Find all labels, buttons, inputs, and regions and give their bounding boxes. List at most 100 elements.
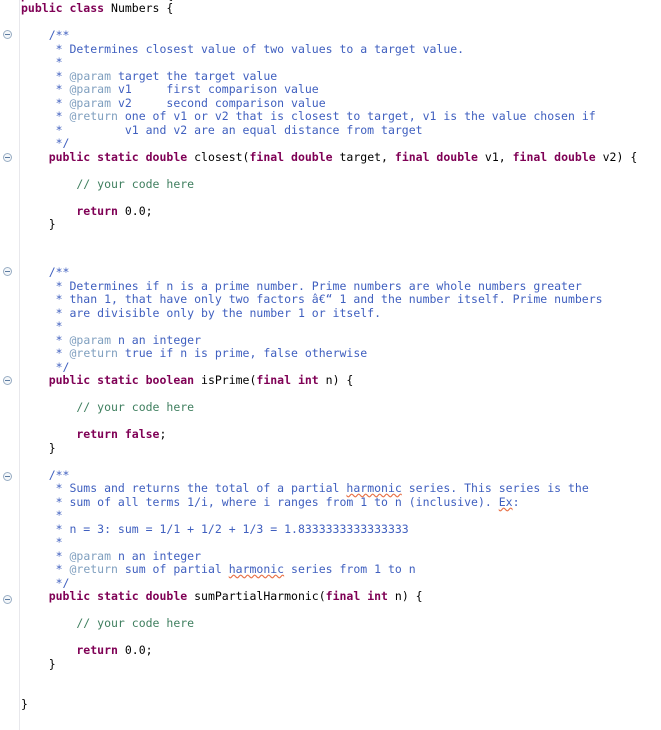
code-line[interactable]: // your code here <box>21 400 195 415</box>
code-token: @return <box>69 109 118 123</box>
code-line[interactable]: * @return sum of partial harmonic series… <box>21 562 416 577</box>
code-token: * Determines closest value of two values… <box>21 42 465 56</box>
code-token: * are divisible only by the number 1 or … <box>21 306 382 320</box>
code-token: } <box>21 441 56 455</box>
code-token: return false <box>21 427 160 441</box>
code-token: * v1 and v2 are an equal distance from t… <box>21 123 423 137</box>
code-token: * <box>21 96 70 110</box>
code-line[interactable]: * <box>21 535 63 550</box>
code-token: final double <box>512 150 603 164</box>
code-token: Ex <box>498 495 513 509</box>
code-line[interactable]: } <box>21 217 56 232</box>
code-line[interactable] <box>21 455 28 469</box>
code-token: public static double <box>21 150 195 164</box>
code-token: public class <box>21 1 112 15</box>
code-token: * <box>21 508 63 522</box>
code-token: * sum of all terms 1/i, where i ranges f… <box>21 495 499 509</box>
code-token: @param <box>69 549 112 563</box>
code-line[interactable]: // your code here <box>21 616 195 631</box>
code-editor[interactable]: public class Numbers {public class Numbe… <box>0 0 661 730</box>
code-line[interactable]: return 0.0; <box>21 643 153 658</box>
fold-javadoc-harmonic-icon[interactable] <box>3 472 12 481</box>
code-line[interactable] <box>21 671 28 685</box>
code-token: v2 second comparison value <box>111 96 326 110</box>
code-token: /** <box>21 265 70 279</box>
code-token: // your code here <box>21 616 195 630</box>
code-line[interactable] <box>21 191 28 205</box>
code-line[interactable]: /** <box>21 28 70 43</box>
code-token: * <box>21 319 63 333</box>
code-token: final int <box>325 589 395 603</box>
code-token: ; <box>159 427 167 441</box>
code-line[interactable] <box>21 245 28 259</box>
code-token: * <box>21 109 70 123</box>
code-token: n an integer <box>111 549 202 563</box>
code-token: public static boolean <box>21 373 202 387</box>
code-line[interactable]: public class Numbers { <box>21 1 174 16</box>
code-token: */ <box>21 576 70 590</box>
fold-method-isprime-icon[interactable] <box>3 376 12 385</box>
code-surface[interactable]: public class Numbers {public class Numbe… <box>21 0 661 730</box>
code-line[interactable]: * <box>21 319 63 334</box>
code-line[interactable]: * @param v1 first comparison value <box>21 82 319 97</box>
code-token: final double <box>394 150 485 164</box>
code-line[interactable]: * @return true if n is prime, false othe… <box>21 346 368 361</box>
code-token: Numbers { <box>111 1 174 15</box>
code-line[interactable]: * Sums and returns the total of a partia… <box>21 481 589 496</box>
code-line[interactable]: public static boolean isPrime(final int … <box>21 373 354 388</box>
code-token: } <box>21 217 56 231</box>
code-token: v2) { <box>602 150 638 164</box>
code-token: * <box>21 346 70 360</box>
code-token: * <box>21 549 70 563</box>
code-token: target the target value <box>111 69 278 83</box>
code-token: * <box>21 562 70 576</box>
code-token: v1 first comparison value <box>111 82 319 96</box>
code-line[interactable]: /** <box>21 265 70 280</box>
code-line[interactable]: * n = 3: sum = 1/1 + 1/2 + 1/3 = 1.83333… <box>21 522 409 537</box>
code-token: /** <box>21 468 70 482</box>
code-token: series from 1 to n <box>284 562 416 576</box>
code-token: 0.0; <box>124 643 153 657</box>
code-line[interactable]: // your code here <box>21 177 195 192</box>
code-token: v1, <box>484 150 513 164</box>
code-line[interactable] <box>21 164 28 178</box>
code-token: * n = 3: sum = 1/1 + 1/2 + 1/3 = 1.83333… <box>21 522 409 536</box>
code-token: harmonic <box>346 481 402 495</box>
code-line[interactable]: * than 1, that have only two factors â€“… <box>21 292 603 307</box>
code-token: n an integer <box>111 333 202 347</box>
fold-method-closest-icon[interactable] <box>3 153 12 162</box>
code-token: @param <box>69 69 112 83</box>
code-token: */ <box>21 360 70 374</box>
code-token: // your code here <box>21 400 195 414</box>
code-token: n) { <box>325 373 354 387</box>
code-token: // your code here <box>21 177 195 191</box>
code-token: return <box>21 643 125 657</box>
code-line[interactable]: */ <box>21 136 70 151</box>
code-line[interactable]: * are divisible only by the number 1 or … <box>21 306 382 321</box>
code-line[interactable]: return false; <box>21 427 167 442</box>
code-line[interactable]: public static double sumPartialHarmonic(… <box>21 589 423 604</box>
code-token: * <box>21 69 70 83</box>
code-token: isPrime( <box>201 373 257 387</box>
code-line[interactable]: * Determines closest value of two values… <box>21 42 465 57</box>
code-token: final int <box>256 373 326 387</box>
code-token: return <box>21 204 125 218</box>
code-token: true if n is prime, false otherwise <box>117 346 368 360</box>
code-line[interactable]: * <box>21 508 63 523</box>
code-token: : <box>512 495 520 509</box>
code-line[interactable]: * @return one of v1 or v2 that is closes… <box>21 109 596 124</box>
fold-method-harmonic-icon[interactable] <box>3 595 12 604</box>
code-line[interactable]: * <box>21 55 63 70</box>
code-token: * <box>21 333 70 347</box>
fold-javadoc-isprime-icon[interactable] <box>3 267 12 276</box>
code-line[interactable]: * v1 and v2 are an equal distance from t… <box>21 123 423 138</box>
fold-javadoc-closest-icon[interactable] <box>3 30 12 39</box>
code-line[interactable]: public static double closest(final doubl… <box>21 150 638 165</box>
code-token: @param <box>69 333 112 347</box>
code-line[interactable]: * sum of all terms 1/i, where i ranges f… <box>21 495 520 510</box>
code-token: @param <box>69 82 112 96</box>
code-token: * <box>21 55 63 69</box>
code-line[interactable]: } <box>21 697 28 712</box>
editor-gutter[interactable] <box>0 0 20 730</box>
code-token: final double <box>249 150 340 164</box>
